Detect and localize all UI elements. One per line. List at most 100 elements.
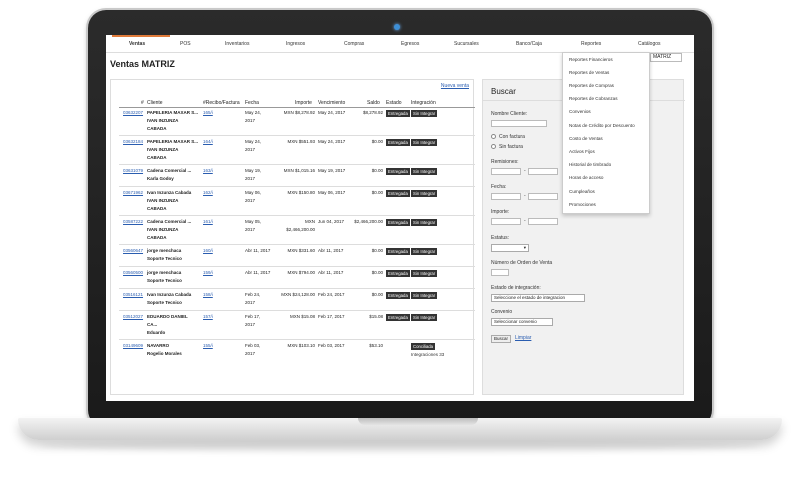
- branch-select[interactable]: MATRIZ: [650, 53, 682, 62]
- menu-item-horas-acceso[interactable]: Horas de acceso: [569, 175, 603, 180]
- menu-item-reportes-cobranzas[interactable]: Reportes de Cobranzas: [569, 96, 618, 101]
- orden-venta-input[interactable]: [491, 269, 509, 276]
- menu-item-notas-credito[interactable]: Notas de Crédito por Descuento: [569, 123, 635, 128]
- sale-id-link[interactable]: 03516121: [123, 291, 143, 299]
- sale-date-year: 2017: [245, 322, 256, 327]
- sale-id-link[interactable]: 03149609: [123, 342, 143, 350]
- client-name: Ivan Inzunza Cabada: [147, 292, 192, 297]
- menu-item-historial-timbrado[interactable]: Historial de timbrado: [569, 162, 611, 167]
- remisiones-from-input[interactable]: [491, 168, 521, 175]
- sale-amount-currency: MXN: [305, 219, 315, 224]
- status-badge: Entregada: [386, 292, 410, 299]
- search-button[interactable]: Buscar: [491, 335, 512, 343]
- table-row[interactable]: 03671962 Ivan Inzunza Cabada IVAN INZUNZ…: [119, 189, 475, 216]
- invoice-link[interactable]: 159/i: [203, 269, 213, 277]
- table-row[interactable]: 03512027 EDUARDO DANIEL CA... Eduardo 15…: [119, 313, 475, 340]
- client-contact: IVAN INZUNZA: [147, 227, 179, 232]
- status-badge: Entregada: [386, 139, 410, 146]
- nav-banco-caja[interactable]: Banco/Caja: [516, 41, 542, 47]
- sale-date-year: 2017: [245, 147, 256, 152]
- invoice-link[interactable]: 155/i: [203, 342, 213, 350]
- status-badge: Entregada: [386, 190, 410, 197]
- table-row[interactable]: 03631079 Cadena Comercial ... Karla Godo…: [119, 167, 475, 187]
- sale-date: May 24,: [245, 110, 262, 115]
- invoice-link[interactable]: 164/i: [203, 138, 213, 146]
- menu-item-convenios[interactable]: Convenios: [569, 109, 591, 114]
- estatus-select[interactable]: ▾: [491, 244, 529, 252]
- due-date: May 24, 2017: [318, 139, 346, 144]
- sale-id-link[interactable]: 03560500: [123, 269, 143, 277]
- laptop-base: [18, 418, 782, 440]
- invoice-link[interactable]: 160/i: [203, 247, 213, 255]
- menu-item-reportes-financieros[interactable]: Reportes Financieros: [569, 57, 613, 62]
- nav-ventas[interactable]: Ventas: [129, 41, 145, 47]
- sale-id-link[interactable]: 03671962: [123, 189, 143, 197]
- table-row[interactable]: 03632184 PAPELERIA MAXAR S... IVAN INZUN…: [119, 138, 475, 165]
- integracion-select[interactable]: Seleccione el estado de integracion: [491, 294, 585, 302]
- table-row[interactable]: 03632207 PAPELERIA MAXAR S... IVAN INZUN…: [119, 109, 475, 136]
- sale-id-link[interactable]: 03632207: [123, 109, 143, 117]
- sale-amount: MXN $15.08: [289, 314, 315, 319]
- col-estado: Estado: [386, 100, 402, 106]
- client-name: NAVARRO: [147, 343, 170, 348]
- due-date: Feb 24, 2017: [318, 292, 345, 297]
- nav-compras[interactable]: Compras: [344, 41, 364, 47]
- integration-badge: Conciliada: [411, 343, 436, 350]
- remisiones-label: Remisiones:: [491, 159, 519, 165]
- client-contact: IVAN INZUNZA: [147, 198, 179, 203]
- menu-item-cumpleanos[interactable]: Cumpleaños: [569, 189, 595, 194]
- integration-badge: Sin Integrar: [411, 270, 438, 277]
- clear-link[interactable]: Limpiar: [515, 335, 531, 341]
- search-title: Buscar: [491, 87, 516, 96]
- sale-id-link[interactable]: 03587222: [123, 218, 143, 226]
- new-sale-link[interactable]: Nueva venta: [441, 83, 469, 89]
- menu-item-activos-fijos[interactable]: Activos Fijos: [569, 149, 595, 154]
- nav-reportes[interactable]: Reportes: [581, 41, 601, 47]
- integration-badge: Sin Integrar: [411, 314, 438, 321]
- sale-amount: MXN $794.00: [287, 270, 315, 275]
- table-row[interactable]: 03560500 jorge menchaca Soporte Tecnico …: [119, 269, 475, 289]
- invoice-link[interactable]: 157/i: [203, 313, 213, 321]
- sale-date: May 05,: [245, 219, 262, 224]
- importe-from-input[interactable]: [491, 218, 521, 225]
- sale-date: Feb 24,: [245, 292, 261, 297]
- table-row[interactable]: 03516121 Ivan Inzunza Cabada Soporte Tec…: [119, 291, 475, 311]
- fecha-to-input[interactable]: [528, 193, 558, 200]
- table-row[interactable]: 03587222 Cadena Comercial ... IVAN INZUN…: [119, 218, 475, 245]
- nav-catalogos[interactable]: Catálogos: [638, 41, 661, 47]
- nav-pos[interactable]: POS: [180, 41, 191, 47]
- nav-sucursales[interactable]: Sucursales: [454, 41, 479, 47]
- invoice-link[interactable]: 163/i: [203, 167, 213, 175]
- sale-id-link[interactable]: 03512027: [123, 313, 143, 321]
- sale-id-link[interactable]: 03632184: [123, 138, 143, 146]
- menu-item-reportes-ventas[interactable]: Reportes de Ventas: [569, 70, 609, 75]
- invoice-link[interactable]: 158/i: [203, 291, 213, 299]
- col-integracion: Integración: [411, 100, 436, 106]
- due-date: May 24, 2017: [318, 110, 346, 115]
- convenio-select[interactable]: Seleccionar convenio: [491, 318, 553, 326]
- nav-inventarios[interactable]: Inventarios: [225, 41, 249, 47]
- nav-ingresos[interactable]: Ingresos: [286, 41, 305, 47]
- invoice-link[interactable]: 165/i: [203, 109, 213, 117]
- con-factura-radio[interactable]: [491, 134, 496, 139]
- client-name-input[interactable]: [491, 120, 547, 127]
- nav-egresos[interactable]: Egresos: [401, 41, 419, 47]
- sale-date: Feb 03,: [245, 343, 261, 348]
- menu-item-promociones[interactable]: Promociones: [569, 202, 596, 207]
- range-dash: -: [524, 218, 526, 224]
- menu-item-costo-ventas[interactable]: Costo de Ventas: [569, 136, 603, 141]
- invoice-link[interactable]: 162/i: [203, 189, 213, 197]
- col-saldo: Saldo: [367, 100, 380, 106]
- sale-id-link[interactable]: 03560647: [123, 247, 143, 255]
- invoice-link[interactable]: 161/i: [203, 218, 213, 226]
- sin-factura-radio[interactable]: [491, 144, 496, 149]
- integration-badge: Sin Integrar: [411, 219, 438, 226]
- laptop-notch: [358, 418, 478, 425]
- remisiones-to-input[interactable]: [528, 168, 558, 175]
- balance: $0.00: [371, 292, 383, 297]
- sale-id-link[interactable]: 03631079: [123, 167, 143, 175]
- importe-to-input[interactable]: [528, 218, 558, 225]
- menu-item-reportes-compras[interactable]: Reportes de Compras: [569, 83, 614, 88]
- fecha-from-input[interactable]: [491, 193, 521, 200]
- table-row[interactable]: 03560647 jorge menchaca Soporte Tecnico …: [119, 247, 475, 267]
